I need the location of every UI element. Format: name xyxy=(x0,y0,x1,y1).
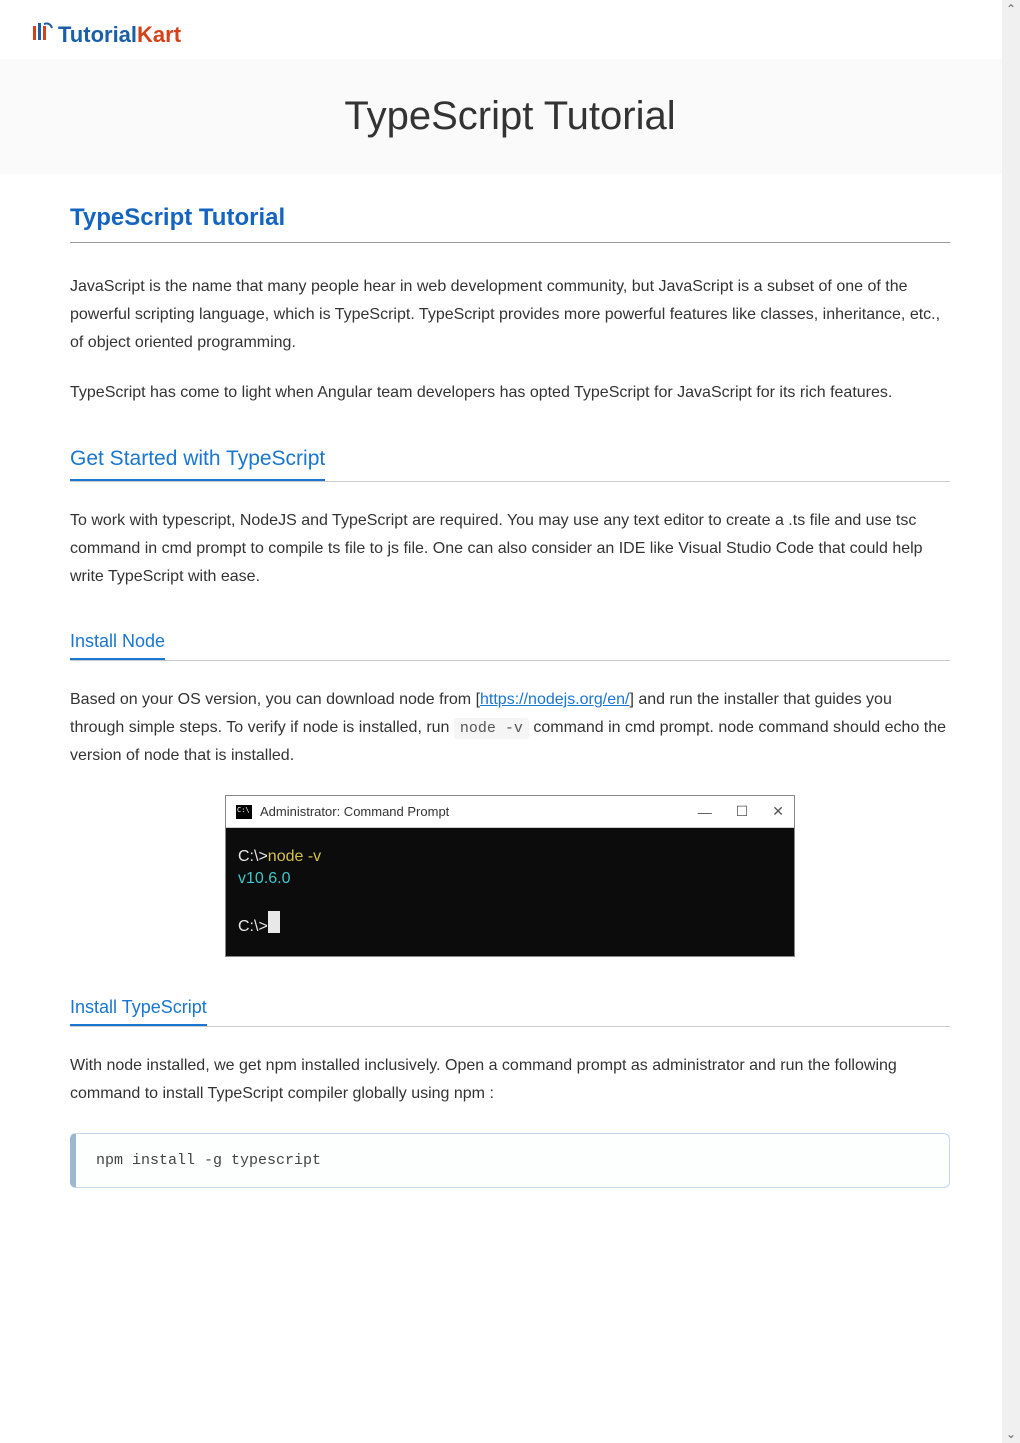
cursor-icon xyxy=(268,911,280,933)
install-node-heading: Install Node xyxy=(70,631,165,660)
terminal-content: C:\>node -v v10.6.0 C:\> xyxy=(226,828,794,956)
terminal-line-1: C:\>node -v xyxy=(238,846,782,868)
intro-paragraph-1: JavaScript is the name that many people … xyxy=(70,273,950,357)
node-version-code: node -v xyxy=(454,718,529,739)
npm-install-code-block: npm install -g typescript xyxy=(70,1133,950,1188)
install-node-paragraph: Based on your OS version, you can downlo… xyxy=(70,686,950,770)
maximize-icon[interactable]: ☐ xyxy=(736,803,749,820)
terminal-screenshot: Administrator: Command Prompt — ☐ ✕ C:\>… xyxy=(70,795,950,957)
scroll-up-icon[interactable]: ⌃ xyxy=(1006,2,1016,16)
close-icon[interactable]: ✕ xyxy=(772,803,784,820)
main-content: TypeScript Tutorial JavaScript is the na… xyxy=(0,204,1020,1228)
terminal-line-3: C:\> xyxy=(238,911,782,938)
install-node-heading-wrapper: Install Node xyxy=(70,631,950,661)
install-node-text-pre: Based on your OS version, you can downlo… xyxy=(70,691,480,708)
terminal-prompt-1: C:\> xyxy=(238,848,268,865)
header-bar: TutorialKart xyxy=(0,0,1020,59)
get-started-heading-wrapper: Get Started with TypeScript xyxy=(70,447,950,482)
terminal-title-text: Administrator: Command Prompt xyxy=(260,804,449,819)
logo-text: TutorialKart xyxy=(58,22,181,48)
scroll-down-icon[interactable]: ⌄ xyxy=(1006,1427,1016,1441)
window-controls: — ☐ ✕ xyxy=(698,803,784,820)
page-title: TypeScript Tutorial xyxy=(30,94,990,139)
section-heading: TypeScript Tutorial xyxy=(70,204,950,243)
site-logo[interactable]: TutorialKart xyxy=(30,20,990,49)
terminal-window: Administrator: Command Prompt — ☐ ✕ C:\>… xyxy=(225,795,795,957)
terminal-title: Administrator: Command Prompt xyxy=(236,804,449,819)
minimize-icon[interactable]: — xyxy=(698,804,712,820)
terminal-body: C:\>node -v v10.6.0 C:\> ⌃ ⌄ xyxy=(226,828,794,956)
terminal-prompt-2: C:\> xyxy=(238,918,268,935)
terminal-scrollbar[interactable]: ⌃ ⌄ xyxy=(1002,0,1020,1443)
terminal-line-2: v10.6.0 xyxy=(238,868,782,890)
intro-paragraph-2: TypeScript has come to light when Angula… xyxy=(70,379,950,407)
cmd-icon xyxy=(236,805,252,819)
install-typescript-paragraph: With node installed, we get npm installe… xyxy=(70,1052,950,1108)
terminal-titlebar: Administrator: Command Prompt — ☐ ✕ xyxy=(226,796,794,828)
install-typescript-heading: Install TypeScript xyxy=(70,997,207,1026)
get-started-heading: Get Started with TypeScript xyxy=(70,447,325,481)
terminal-blank-line xyxy=(238,889,782,911)
logo-text-part1: Tutorial xyxy=(58,22,137,47)
get-started-paragraph: To work with typescript, NodeJS and Type… xyxy=(70,507,950,591)
logo-text-part2: Kart xyxy=(137,22,181,47)
logo-icon xyxy=(30,20,54,49)
title-section: TypeScript Tutorial xyxy=(0,59,1020,174)
terminal-cmd-1: node -v xyxy=(268,848,321,865)
nodejs-link[interactable]: https://nodejs.org/en/ xyxy=(480,691,629,708)
install-typescript-heading-wrapper: Install TypeScript xyxy=(70,997,950,1027)
